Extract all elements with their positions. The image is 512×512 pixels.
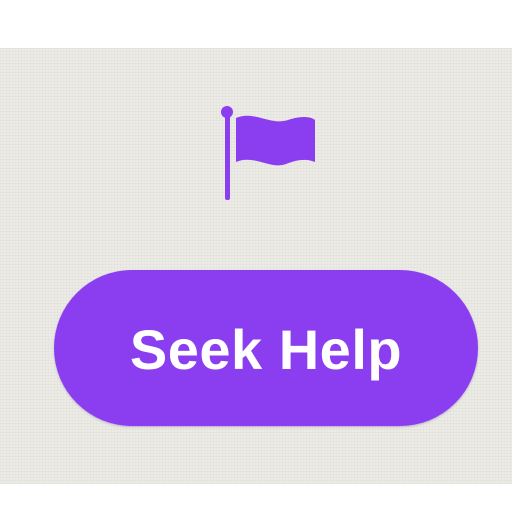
flag-pole [225, 112, 230, 200]
seek-help-button[interactable]: Seek Help [54, 270, 478, 426]
screen: Seek Help [0, 0, 512, 512]
flag-banner [236, 115, 315, 166]
flag-icon [221, 106, 315, 200]
seek-help-label: Seek Help [129, 318, 403, 381]
